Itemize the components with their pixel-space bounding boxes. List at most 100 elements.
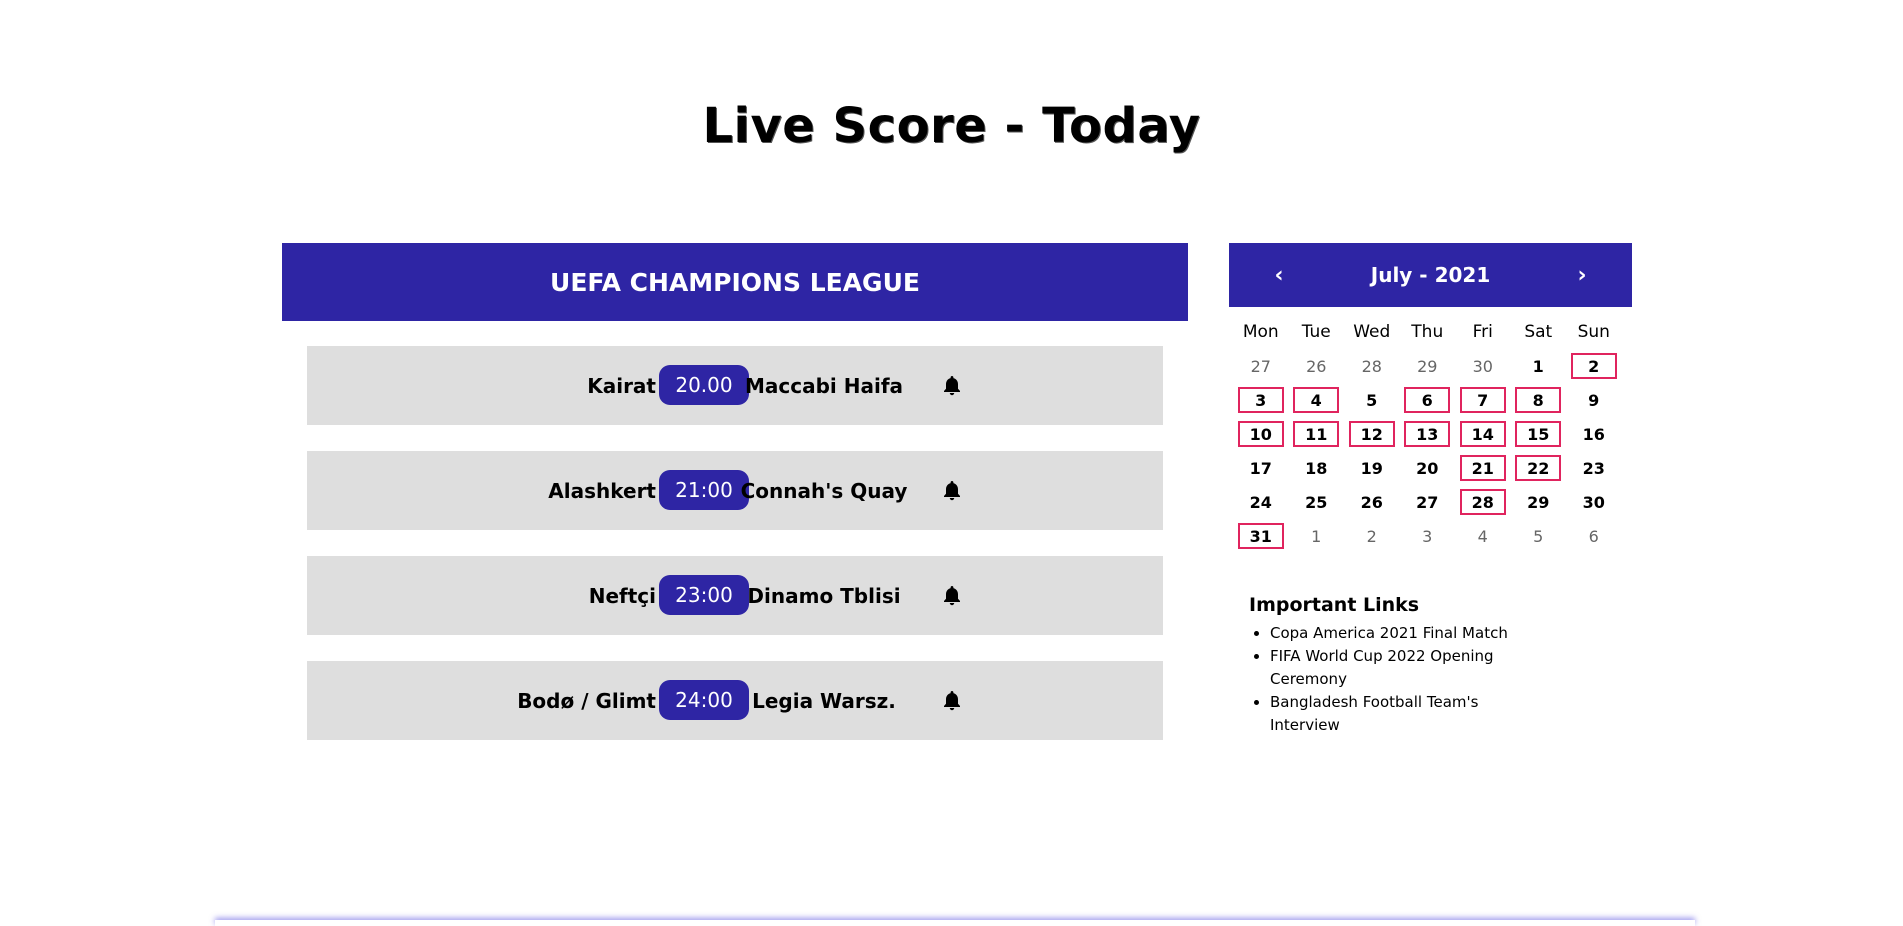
calendar-day-number: 9 (1588, 390, 1600, 410)
calendar-day-number: 20 (1416, 458, 1439, 478)
calendar-day[interactable]: 3 (1400, 519, 1456, 553)
calendar-day-number: 5 (1533, 526, 1544, 546)
match-time: 21:00 (659, 470, 749, 510)
calendar-day-marked[interactable]: 13 (1400, 417, 1456, 451)
links-list: Copa America 2021 Final Match FIFA World… (1249, 622, 1609, 737)
calendar-day[interactable]: 23 (1566, 451, 1622, 485)
calendar-day[interactable]: 5 (1344, 383, 1400, 417)
calendar-day-marked[interactable]: 14 (1455, 417, 1511, 451)
calendar-day-number: 29 (1527, 492, 1550, 512)
calendar-weekday: Thu (1411, 322, 1444, 342)
home-team: Bodø / Glimt (517, 688, 656, 713)
calendar-day[interactable]: 1 (1289, 519, 1345, 553)
calendar-day-number: 8 (1515, 387, 1562, 413)
match-time: 20.00 (659, 365, 749, 405)
calendar-day[interactable]: 25 (1289, 485, 1345, 519)
calendar-day[interactable]: 27 (1233, 349, 1289, 383)
links-title: Important Links (1249, 594, 1420, 616)
bell-icon[interactable] (940, 374, 964, 398)
calendar-day-number: 15 (1515, 421, 1562, 447)
match-list: Kairat 20.00 Maccabi Haifa Alashkert 21:… (282, 321, 1188, 740)
calendar-day[interactable]: 30 (1566, 485, 1622, 519)
calendar-day-marked[interactable]: 10 (1233, 417, 1289, 451)
calendar-day[interactable]: 19 (1344, 451, 1400, 485)
bell-icon[interactable] (940, 479, 964, 503)
calendar-day-marked[interactable]: 21 (1455, 451, 1511, 485)
away-team: Maccabi Haifa (744, 373, 904, 398)
calendar-day[interactable]: 9 (1566, 383, 1622, 417)
calendar-day-number: 6 (1588, 526, 1599, 546)
calendar-day[interactable]: 26 (1344, 485, 1400, 519)
calendar-day-marked[interactable]: 12 (1344, 417, 1400, 451)
calendar-weekday: Fri (1472, 322, 1493, 342)
calendar-day-marked[interactable]: 31 (1233, 519, 1289, 553)
calendar-day-marked[interactable]: 28 (1455, 485, 1511, 519)
calendar-day-marked[interactable]: 11 (1289, 417, 1345, 451)
calendar-day[interactable]: 4 (1455, 519, 1511, 553)
link-item: Copa America 2021 Final Match (1270, 622, 1520, 645)
link[interactable]: Copa America 2021 Final Match (1270, 624, 1508, 642)
calendar-day-number: 13 (1404, 421, 1451, 447)
away-team: Connah's Quay (740, 478, 908, 503)
match-row: Kairat 20.00 Maccabi Haifa (307, 346, 1163, 425)
calendar-day-marked[interactable]: 4 (1289, 383, 1345, 417)
calendar-day-marked[interactable]: 22 (1511, 451, 1567, 485)
calendar-day[interactable]: 26 (1289, 349, 1345, 383)
calendar-day-marked[interactable]: 7 (1455, 383, 1511, 417)
home-team: Neftçi (588, 583, 656, 608)
calendar-day-number: 2 (1366, 526, 1377, 546)
match-time: 23:00 (659, 575, 749, 615)
calendar-day-number: 18 (1305, 458, 1328, 478)
chevron-right-icon[interactable]: › (1572, 263, 1592, 288)
bell-icon[interactable] (940, 689, 964, 713)
calendar-day-number: 26 (1306, 356, 1327, 376)
calendar-day-number: 31 (1237, 523, 1284, 549)
away-team: Dinamo Tblisi (747, 583, 901, 608)
calendar-day[interactable]: 5 (1511, 519, 1567, 553)
calendar-day[interactable]: 18 (1289, 451, 1345, 485)
calendar-day[interactable]: 29 (1400, 349, 1456, 383)
link[interactable]: FIFA World Cup 2022 Opening Ceremony (1270, 647, 1494, 688)
home-team: Kairat (587, 373, 656, 398)
calendar-day-number: 22 (1515, 455, 1562, 481)
chevron-left-icon[interactable]: ‹ (1269, 263, 1289, 288)
calendar-day[interactable]: 27 (1400, 485, 1456, 519)
calendar-day[interactable]: 24 (1233, 485, 1289, 519)
calendar-day-number: 11 (1293, 421, 1340, 447)
calendar-weekday: Sat (1524, 322, 1553, 342)
calendar-day-number: 10 (1237, 421, 1284, 447)
calendar-day-marked[interactable]: 6 (1400, 383, 1456, 417)
link[interactable]: Bangladesh Football Team's Interview (1270, 693, 1478, 734)
calendar-day[interactable]: 28 (1344, 349, 1400, 383)
bell-icon[interactable] (940, 584, 964, 608)
calendar-day[interactable]: 1 (1511, 349, 1567, 383)
calendar-day-number: 12 (1348, 421, 1395, 447)
calendar-day-number: 23 (1582, 458, 1605, 478)
calendar-day-marked[interactable]: 15 (1511, 417, 1567, 451)
calendar-weekday: Sun (1577, 322, 1610, 342)
calendar-day-number: 26 (1360, 492, 1383, 512)
calendar-day-marked[interactable]: 8 (1511, 383, 1567, 417)
calendar: ‹ July - 2021 › Mon Tue Wed Thu Fri Sat Sun 27 2… (1229, 243, 1632, 553)
calendar-day-number: 24 (1249, 492, 1272, 512)
calendar-day-number: 2 (1570, 353, 1617, 379)
calendar-day[interactable]: 30 (1455, 349, 1511, 383)
calendar-weekday: Tue (1301, 322, 1331, 342)
calendar-day[interactable]: 29 (1511, 485, 1567, 519)
calendar-day[interactable]: 2 (1344, 519, 1400, 553)
calendar-day-number: 4 (1293, 387, 1340, 413)
calendar-day-number: 30 (1472, 356, 1493, 376)
calendar-weekday: Wed (1353, 322, 1391, 342)
calendar-day[interactable]: 6 (1566, 519, 1622, 553)
calendar-day[interactable]: 20 (1400, 451, 1456, 485)
calendar-day[interactable]: 17 (1233, 451, 1289, 485)
calendar-day-marked[interactable]: 2 (1566, 349, 1622, 383)
calendar-day-number: 27 (1416, 492, 1439, 512)
calendar-day-number: 25 (1305, 492, 1328, 512)
calendar-weekday: Mon (1242, 322, 1279, 342)
calendar-day[interactable]: 16 (1566, 417, 1622, 451)
calendar-day-marked[interactable]: 3 (1233, 383, 1289, 417)
calendar-day-number: 16 (1582, 424, 1605, 444)
calendar-day-number: 14 (1459, 421, 1506, 447)
calendar-grid: Mon Tue Wed Thu Fri Sat Sun 27 26 28 29 30 1 2 3 4 5 6 7 8 9… (1229, 315, 1632, 553)
